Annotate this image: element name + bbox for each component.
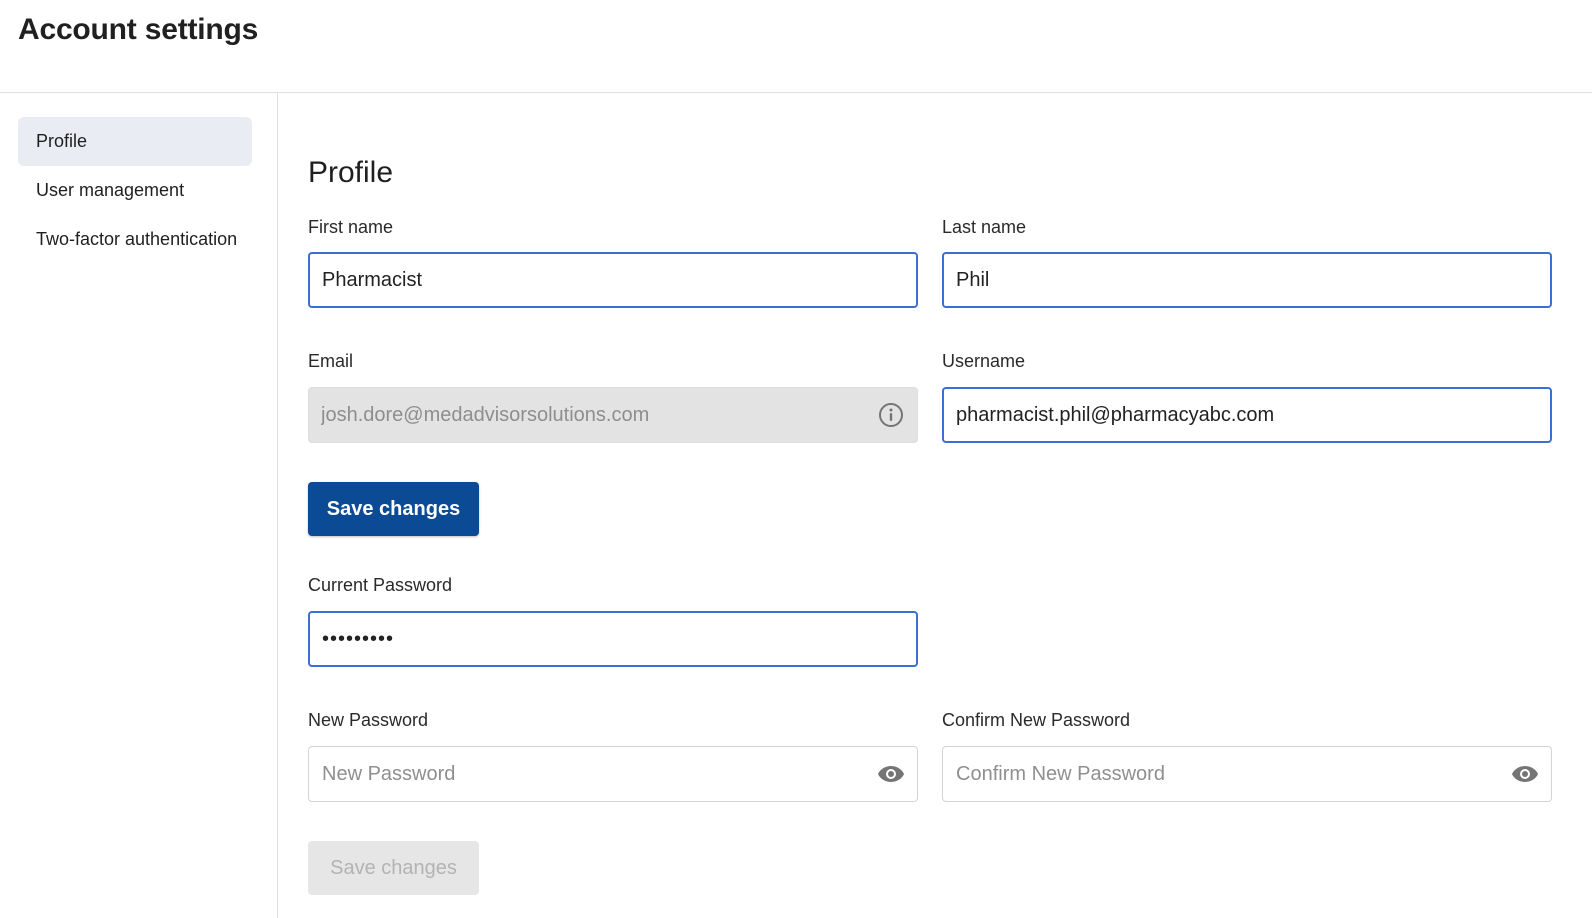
email-input [309,388,917,442]
confirm-new-password-field-wrapper [942,746,1552,802]
last-name-input[interactable] [944,254,1550,306]
username-label: Username [942,351,1026,371]
current-password-input[interactable] [310,613,916,665]
new-password-input[interactable] [309,747,917,801]
info-icon[interactable] [877,401,905,429]
page-title: Account settings [18,13,259,46]
save-password-button[interactable]: Save changes [308,841,479,895]
email-label: Email [308,351,354,371]
username-input[interactable] [944,389,1550,441]
last-name-label: Last name [942,217,1027,237]
username-field-wrapper [942,387,1552,443]
first-name-field-wrapper [308,252,918,308]
eye-icon[interactable] [1511,760,1539,788]
last-name-field-wrapper [942,252,1552,308]
confirm-new-password-input[interactable] [943,747,1551,801]
section-title: Profile [308,156,394,189]
sidebar-item-user-management[interactable]: User management [18,166,252,215]
new-password-field-wrapper [308,746,918,802]
save-profile-button[interactable]: Save changes [308,482,479,536]
new-password-label: New Password [308,710,429,730]
main-content: Profile First name Last name Email Usern… [279,93,1592,918]
sidebar-item-profile[interactable]: Profile [18,117,252,166]
sidebar-item-two-factor-authentication[interactable]: Two-factor authentication [18,215,252,264]
confirm-new-password-label: Confirm New Password [942,710,1131,730]
eye-icon[interactable] [877,760,905,788]
sidebar: Profile User management Two-factor authe… [0,93,278,918]
first-name-input[interactable] [310,254,916,306]
current-password-field-wrapper [308,611,918,667]
email-field-wrapper [308,387,918,443]
page-header: Account settings [0,0,1592,93]
current-password-label: Current Password [308,575,453,595]
first-name-label: First name [308,217,394,237]
